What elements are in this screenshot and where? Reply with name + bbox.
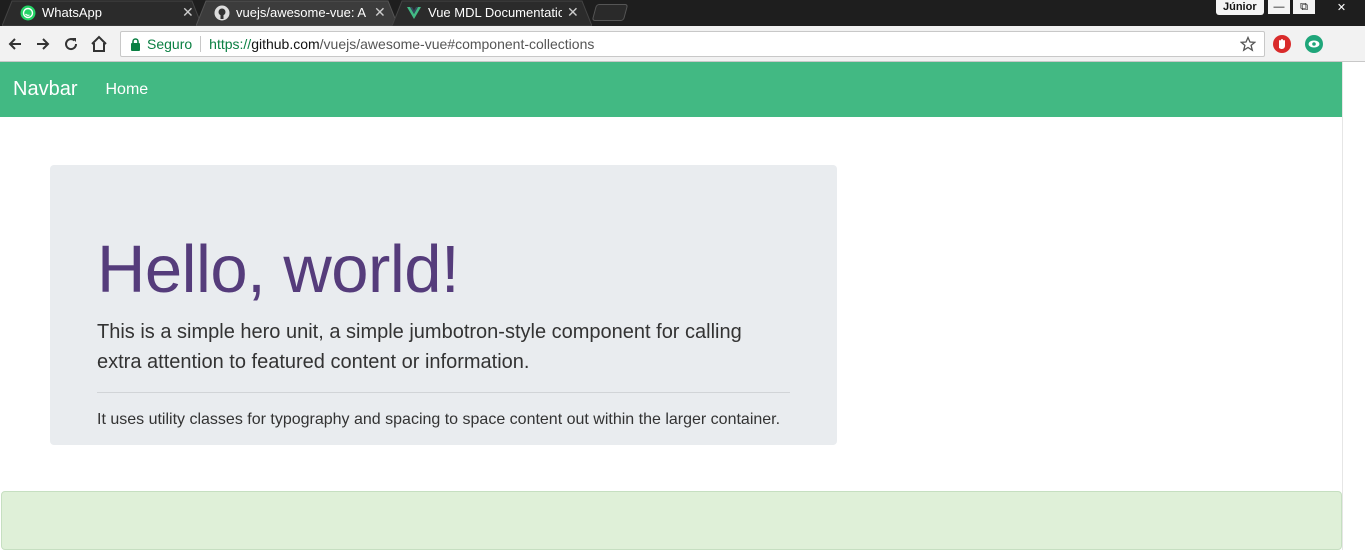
browser-toolbar: Seguro https://github.com/vuejs/awesome-… (0, 26, 1365, 62)
tab-title: vuejs/awesome-vue: A cu (236, 5, 366, 20)
github-icon (214, 5, 230, 26)
navbar: Navbar Home (0, 62, 1342, 117)
jumbotron-text: It uses utility classes for typography a… (97, 411, 781, 428)
new-tab-button[interactable] (591, 4, 629, 21)
navbar-brand[interactable]: Navbar (13, 78, 77, 101)
eye-extension-icon[interactable] (1305, 35, 1323, 53)
nav-link-home[interactable]: Home (105, 81, 148, 99)
tab-whatsapp[interactable]: WhatsApp ✕ (2, 0, 202, 26)
url-path: /vuejs/awesome-vue#component-collections (319, 36, 595, 52)
restore-button[interactable]: ⧉ (1293, 0, 1315, 14)
url-scheme: https:// (209, 36, 252, 52)
whatsapp-icon (20, 5, 36, 26)
vue-icon (406, 5, 422, 26)
close-icon[interactable]: ✕ (567, 4, 579, 21)
tab-title: Vue MDL Documentation (428, 5, 562, 20)
profile-button[interactable]: Júnior (1216, 0, 1264, 15)
tab-title: WhatsApp (42, 5, 102, 20)
minimize-button[interactable]: — (1268, 0, 1290, 14)
jumbotron-lead: This is a simple hero unit, a simple jum… (97, 321, 742, 373)
url-text: https://github.com/vuejs/awesome-vue#com… (209, 36, 594, 52)
jumbotron-heading: Hello, world! (97, 232, 460, 307)
close-window-button[interactable]: ✕ (1318, 0, 1365, 14)
tab-strip: WhatsApp ✕ vuejs/awesome-vue: A cu ✕ Vue… (0, 0, 1365, 26)
reload-icon (65, 38, 78, 51)
tab-vue-mdl[interactable]: Vue MDL Documentation ✕ (392, 0, 592, 26)
arrow-right-icon (37, 38, 50, 50)
jumbotron: Hello, world! This is a simple hero unit… (50, 165, 837, 445)
home-button[interactable] (89, 34, 109, 54)
forward-button[interactable] (33, 34, 53, 54)
close-icon[interactable]: ✕ (182, 4, 194, 21)
back-button[interactable] (5, 34, 25, 54)
bookmark-star-icon[interactable] (1239, 35, 1257, 55)
arrow-left-icon (8, 38, 21, 50)
reload-button[interactable] (61, 34, 81, 54)
page-scrollbar[interactable] (1342, 62, 1365, 550)
secure-label: Seguro (147, 36, 202, 52)
close-icon[interactable]: ✕ (374, 4, 386, 21)
url-host: github.com (251, 36, 320, 52)
tab-awesome-vue[interactable]: vuejs/awesome-vue: A cu ✕ (196, 0, 398, 26)
address-bar[interactable]: Seguro https://github.com/vuejs/awesome-… (120, 31, 1265, 57)
ublock-extension-icon[interactable] (1273, 35, 1291, 53)
divider (97, 392, 790, 393)
success-alert (1, 491, 1342, 550)
home-icon (91, 35, 107, 52)
lock-icon (130, 38, 141, 54)
